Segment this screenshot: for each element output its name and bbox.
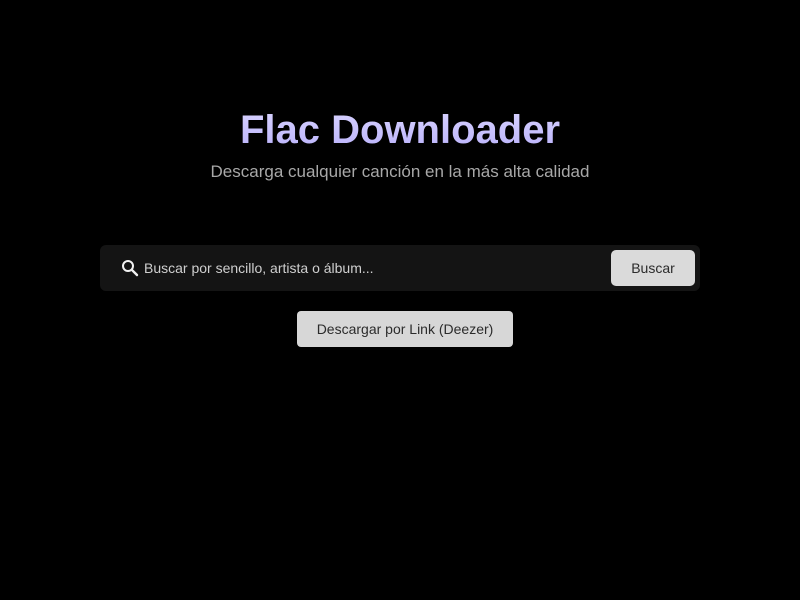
search-input[interactable] xyxy=(144,253,604,283)
search-bar: Buscar xyxy=(100,245,700,291)
search-button[interactable]: Buscar xyxy=(611,250,695,286)
search-icon xyxy=(121,259,139,277)
app-page: Flac Downloader Descarga cualquier canci… xyxy=(0,0,800,600)
page-title: Flac Downloader xyxy=(0,106,800,154)
download-by-link-button[interactable]: Descargar por Link (Deezer) xyxy=(297,311,513,347)
page-subtitle: Descarga cualquier canción en la más alt… xyxy=(210,162,590,181)
